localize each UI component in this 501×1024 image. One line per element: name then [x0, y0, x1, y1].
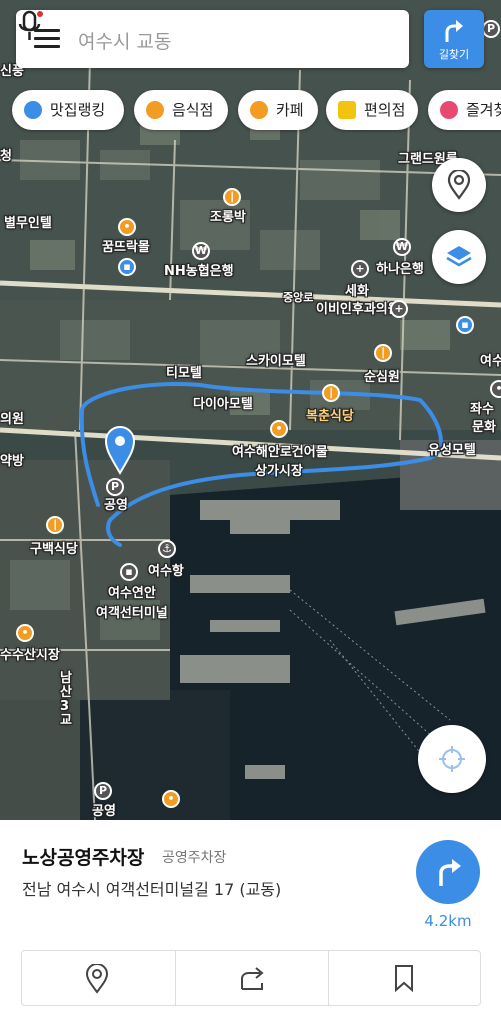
street-view-pin-icon — [85, 964, 109, 994]
turn-right-arrow-icon — [445, 20, 463, 42]
bank-icon[interactable]: ₩ — [192, 242, 210, 260]
distance-label: 4.2km — [424, 912, 472, 930]
restaurant-pin-icon[interactable]: ∣ — [322, 384, 340, 402]
port-icon[interactable]: ⚓ — [158, 540, 176, 558]
terminal-icon[interactable]: ▪ — [120, 563, 138, 581]
search-bar[interactable]: 여수시 교동 — [16, 10, 409, 68]
chip-label: 편의점 — [364, 101, 406, 119]
map-label[interactable]: 여수해안로건어물 — [232, 441, 328, 460]
road-label: 중앙로 — [283, 291, 314, 304]
chip-label: 음식점 — [172, 101, 214, 119]
chip-label: 맛집랭킹 — [50, 101, 106, 119]
street-view-action-button[interactable] — [22, 951, 174, 1005]
map-label[interactable]: 꿈뜨락몰 — [102, 236, 150, 255]
map-label[interactable]: 여수항 — [148, 560, 184, 579]
place-address: 전남 여수시 여객선터미널길 17 (교동) — [22, 880, 282, 899]
map-label[interactable]: 구백식당 — [30, 538, 78, 557]
hospital-icon[interactable]: + — [351, 260, 369, 278]
layers-icon — [446, 246, 472, 267]
chip-favorites[interactable]: 즐겨찾 — [428, 90, 501, 130]
street-view-pin-icon — [447, 170, 471, 200]
restaurant-pin-icon[interactable]: ∣ — [374, 344, 392, 362]
location-badge-icon — [24, 101, 42, 119]
star-icon — [440, 101, 458, 119]
current-location-button[interactable] — [418, 725, 486, 793]
parking-icon[interactable]: P — [106, 478, 124, 496]
map-label[interactable]: 상가시장 — [255, 460, 303, 479]
chip-cafe[interactable]: 카페 — [238, 90, 318, 130]
map-label[interactable]: 공영 — [104, 494, 128, 513]
coffee-cup-icon — [250, 101, 268, 119]
hospital-icon[interactable]: + — [390, 300, 408, 318]
chip-restaurant-ranking[interactable]: 맛집랭킹 — [12, 90, 124, 130]
map-label[interactable]: 순심원 — [364, 366, 400, 385]
map-label[interactable]: 여객선터미널 — [96, 602, 168, 621]
map-label[interactable]: 하나은행 — [376, 258, 424, 277]
restaurant-pin-icon[interactable]: ∣ — [223, 188, 241, 206]
map-label[interactable]: 스카이모텔 — [246, 350, 306, 369]
chip-convenience-store[interactable]: 편의점 — [326, 90, 418, 130]
bookmark-button[interactable] — [328, 951, 481, 1005]
map-label[interactable]: 별무인텔 — [4, 212, 52, 231]
map-label[interactable]: 수수산시장 — [0, 644, 60, 663]
map-label[interactable]: 복춘식당 — [306, 405, 354, 424]
map-view[interactable]: 조롱박 꿈뜨락몰 NH농협은행 하나은행 세화 이비인후과의원 중앙로 티모텔 … — [0, 0, 501, 820]
chip-restaurant[interactable]: 음식점 — [134, 90, 228, 130]
map-label[interactable]: 세화 — [345, 280, 369, 299]
map-label[interactable]: 의원 — [0, 408, 24, 427]
microphone-icon[interactable] — [16, 10, 44, 42]
culture-icon[interactable]: • — [490, 380, 501, 398]
map-label[interactable]: 문화 — [472, 416, 496, 435]
turn-right-arrow-icon — [439, 859, 461, 886]
map-label[interactable]: 여수 — [480, 350, 501, 369]
map-layers-button[interactable] — [432, 230, 486, 284]
road-label: 남산3교 — [60, 671, 72, 728]
map-label[interactable]: 여수연안 — [108, 582, 156, 601]
restaurant-pin-icon[interactable]: • — [118, 218, 136, 236]
restaurant-pin-icon[interactable]: ∣ — [46, 516, 64, 534]
place-info-panel[interactable]: 노상공영주차장 공영주차장 전남 여수시 여객선터미널길 17 (교동) 4.2… — [0, 820, 501, 1024]
chip-label: 카페 — [276, 101, 304, 119]
crosshair-icon — [439, 746, 465, 772]
map-label[interactable]: 조롱박 — [210, 206, 246, 225]
bank-icon[interactable]: ₩ — [393, 238, 411, 256]
map-label[interactable]: 좌수 — [470, 398, 494, 417]
route-button[interactable] — [416, 840, 480, 904]
place-name[interactable]: 노상공영주차장 — [22, 843, 144, 870]
map-label[interactable]: 청 — [0, 145, 12, 164]
convenience-24-icon — [338, 101, 356, 119]
directions-button[interactable]: 길찾기 — [424, 10, 484, 68]
parking-icon[interactable]: P — [482, 20, 500, 38]
place-category: 공영주차장 — [162, 850, 227, 866]
map-label[interactable]: 다이아모텔 — [193, 393, 253, 412]
bus-stop-icon[interactable]: ▪ — [456, 316, 474, 334]
action-bar — [21, 950, 481, 1006]
map-label[interactable]: 공영 — [92, 800, 116, 819]
directions-label: 길찾기 — [438, 48, 470, 61]
map-label[interactable]: 유성모텔 — [428, 439, 476, 458]
bus-stop-icon[interactable]: ▪ — [118, 258, 136, 276]
selected-location-marker-icon[interactable] — [104, 425, 136, 475]
market-icon[interactable]: • — [162, 790, 180, 808]
market-icon[interactable]: • — [16, 624, 34, 642]
market-icon[interactable]: • — [270, 420, 288, 438]
chip-label: 즐겨찾 — [466, 101, 501, 119]
fork-knife-icon — [146, 101, 164, 119]
share-button[interactable] — [175, 951, 328, 1005]
bookmark-icon — [395, 965, 413, 992]
map-label[interactable]: 티모텔 — [166, 362, 202, 381]
map-label[interactable]: 이비인후과의원 — [316, 298, 400, 317]
street-view-button[interactable] — [432, 158, 486, 212]
map-label[interactable]: 약방 — [0, 450, 24, 469]
share-arrow-icon — [241, 967, 264, 990]
map-label[interactable]: NH농협은행 — [164, 260, 234, 279]
search-input[interactable]: 여수시 교동 — [78, 27, 171, 54]
parking-icon[interactable]: P — [94, 782, 112, 800]
